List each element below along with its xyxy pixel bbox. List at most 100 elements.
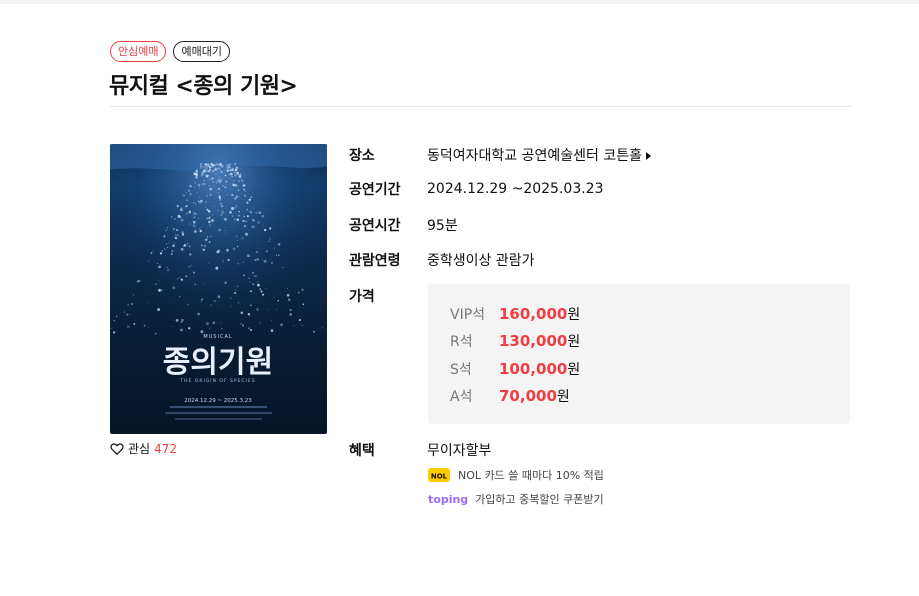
bubble xyxy=(252,207,255,209)
bubble xyxy=(236,239,238,241)
bubble xyxy=(136,280,140,283)
age-label: 관람연령 xyxy=(349,253,401,269)
bubble xyxy=(148,326,150,328)
bubble xyxy=(154,332,157,335)
bubble xyxy=(161,289,163,291)
bubble xyxy=(297,291,300,294)
bubble xyxy=(180,247,184,251)
bubble xyxy=(209,328,211,330)
bubble xyxy=(244,184,247,187)
bubble xyxy=(201,244,203,247)
bubble xyxy=(183,244,186,247)
like-button[interactable]: 관심 472 xyxy=(110,440,177,457)
bubble xyxy=(200,199,203,203)
bubble xyxy=(180,326,182,327)
bubble xyxy=(230,297,232,299)
runtime-row: 공연시간 95분 xyxy=(349,215,458,235)
bubble xyxy=(233,206,237,210)
bubble xyxy=(176,234,179,237)
bubble xyxy=(259,288,262,291)
bubble xyxy=(234,174,237,177)
toping-benefit[interactable]: toping 가입하고 중복할인 쿠폰받기 xyxy=(428,491,604,507)
bubble xyxy=(193,201,195,204)
price-label: 가격 xyxy=(349,289,375,305)
bubble xyxy=(301,288,304,292)
bubble xyxy=(186,242,189,245)
price-unit: 원 xyxy=(567,334,581,350)
bubble xyxy=(250,196,252,198)
bubble xyxy=(245,232,248,236)
bubble xyxy=(225,180,228,183)
venue-link[interactable]: 동덕여자대학교 공연예술센터 코튼홀 xyxy=(427,145,651,165)
bubble xyxy=(127,325,130,328)
bubble xyxy=(224,281,227,285)
bubble xyxy=(321,327,324,329)
bubble xyxy=(238,210,240,213)
poster-image[interactable]: MUSICAL 종의기원 THE ORIGIN OF SPECIES 2024.… xyxy=(110,144,327,434)
like-label: 관심 xyxy=(128,442,151,456)
like-count: 472 xyxy=(154,441,177,456)
bubble xyxy=(222,260,224,262)
bubble xyxy=(231,174,233,176)
bubble xyxy=(255,211,258,215)
bubble xyxy=(168,242,170,244)
price-item: S석 100,000 원 xyxy=(450,359,580,379)
bubble xyxy=(226,248,229,252)
bubble xyxy=(273,247,275,249)
bubble xyxy=(277,242,281,246)
bubble xyxy=(143,324,146,327)
seat-grade: A석 xyxy=(450,389,473,405)
bubble xyxy=(243,188,246,191)
bubble xyxy=(174,234,177,236)
venue-row: 장소 동덕여자대학교 공연예술센터 코튼홀 xyxy=(349,145,651,165)
nol-benefit[interactable]: NOL NOL 카드 쓸 때마다 10% 적립 xyxy=(428,467,604,483)
bubble xyxy=(237,302,239,304)
bubble xyxy=(242,261,244,263)
bubble xyxy=(150,251,153,254)
bubble xyxy=(260,290,263,293)
bubble xyxy=(231,193,234,197)
bubble xyxy=(218,163,221,166)
bubble xyxy=(185,192,187,194)
bubble xyxy=(126,313,129,316)
bubble xyxy=(189,223,191,225)
bubble xyxy=(234,197,237,200)
bubble xyxy=(235,204,238,207)
bubble xyxy=(171,250,174,253)
poster-subtitle: THE ORIGIN OF SPECIES xyxy=(179,378,255,384)
bubble xyxy=(197,183,201,187)
bubble xyxy=(202,283,204,285)
bubble xyxy=(133,322,136,325)
bubble xyxy=(176,205,179,208)
bubble xyxy=(236,285,239,288)
bubble xyxy=(289,309,292,311)
bubble xyxy=(249,210,251,213)
bubble xyxy=(278,254,280,256)
bubble xyxy=(198,201,201,204)
bubble xyxy=(254,259,257,261)
bubble xyxy=(236,218,239,221)
toping-logo: toping xyxy=(428,492,469,506)
bubble xyxy=(242,274,245,277)
bubble xyxy=(187,304,189,306)
bubble xyxy=(166,266,168,268)
bubble xyxy=(177,278,179,280)
bubble xyxy=(207,210,211,213)
bubble xyxy=(235,195,239,199)
bubble xyxy=(199,196,201,198)
bubble xyxy=(209,178,211,181)
bubble xyxy=(229,211,232,214)
bubble xyxy=(270,329,274,333)
bubble xyxy=(231,207,234,210)
bubble xyxy=(216,181,218,183)
bubble xyxy=(171,216,173,218)
bubble xyxy=(211,166,213,168)
venue-value: 동덕여자대학교 공연예술센터 코튼홀 xyxy=(427,148,642,164)
bubble xyxy=(298,319,301,322)
safe-booking-badge: 안심예매 xyxy=(110,41,167,62)
bubble xyxy=(172,286,176,290)
bubble xyxy=(206,236,209,238)
bubble xyxy=(193,212,195,214)
bubble xyxy=(226,194,228,196)
bubble xyxy=(238,174,241,177)
